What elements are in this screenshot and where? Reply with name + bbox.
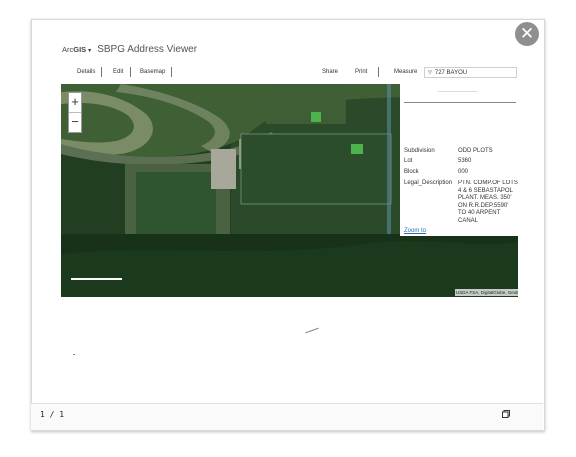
zoom-control: + − — [68, 92, 82, 133]
toolbar-divider — [130, 67, 131, 77]
app-header: ArcGIS ▾ SBPG Address Viewer — [62, 44, 197, 55]
scale-bar — [71, 278, 122, 280]
search-value: 727 BAYOU — [434, 70, 468, 76]
close-button[interactable]: ✕ — [515, 22, 539, 46]
field-value-subdivision: ODD PLOTS — [458, 148, 493, 154]
field-value-block: 000 — [458, 169, 469, 175]
viewer-footer — [31, 403, 543, 430]
field-label-block: Block — [404, 169, 419, 175]
popup-divider — [404, 102, 516, 103]
details-button[interactable]: Details — [77, 69, 95, 75]
arcgis-logo: ArcGIS — [62, 45, 87, 54]
zoom-to-link[interactable]: Zoom to — [404, 228, 426, 234]
toolbar-divider — [101, 67, 102, 77]
popup-title-line — [438, 91, 478, 92]
basemap-button[interactable]: Basemap — [140, 69, 165, 75]
toolbar-divider — [171, 67, 172, 77]
field-value-lot: 5360 — [458, 158, 472, 164]
search-input[interactable]: ▽ 727 BAYOU — [424, 67, 517, 78]
map-attribution: USDA FSA, DigitalGlobe, GeoE — [455, 289, 518, 296]
zoom-in-button[interactable]: + — [69, 93, 81, 112]
chevron-down-icon[interactable]: ▾ — [88, 48, 91, 54]
field-value-legal-description: PTN. COMP.OF LOTS 4 & 6 SEBASTAPOL PLANT… — [458, 180, 518, 224]
field-label-legal-description: Legal_Description — [404, 180, 453, 186]
field-label-lot: Lot — [404, 158, 413, 164]
page-counter: 1 / 1 — [40, 410, 65, 419]
scan-mark — [73, 354, 75, 355]
measure-button[interactable]: Measure — [394, 69, 417, 75]
feature-popup: Subdivision ODD PLOTS Lot 5360 Block 000… — [400, 84, 518, 236]
search-dropdown-icon[interactable]: ▽ — [428, 70, 432, 76]
toolbar-divider — [378, 67, 379, 77]
zoom-out-button[interactable]: − — [69, 113, 81, 132]
expand-icon[interactable] — [502, 410, 510, 418]
toolbar: Details Edit Basemap Share Print Measure… — [60, 66, 518, 82]
share-button[interactable]: Share — [322, 69, 338, 75]
edit-button[interactable]: Edit — [113, 69, 123, 75]
app-title: SBPG Address Viewer — [97, 44, 198, 55]
print-button[interactable]: Print — [355, 69, 367, 75]
field-label-subdivision: Subdivision — [404, 148, 435, 154]
